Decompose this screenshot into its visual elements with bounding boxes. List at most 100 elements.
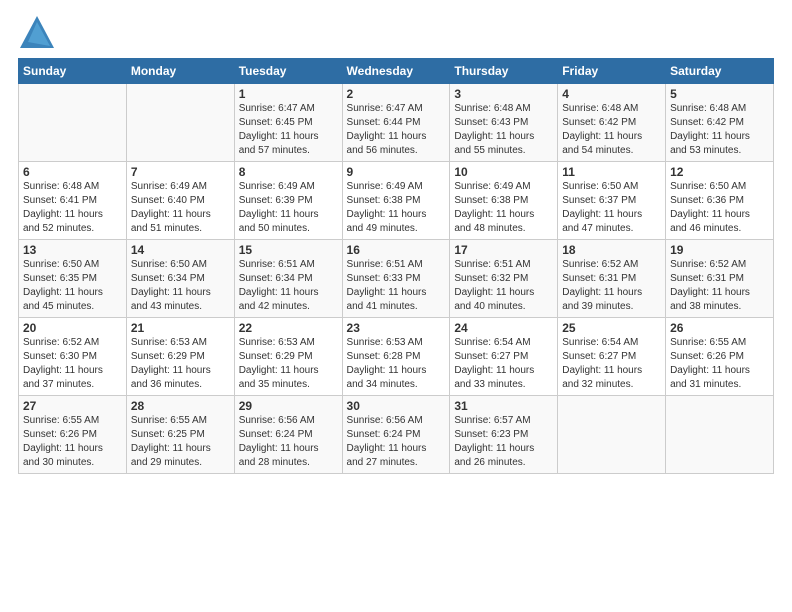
calendar-cell: 21Sunrise: 6:53 AM Sunset: 6:29 PM Dayli… xyxy=(126,318,234,396)
day-number: 6 xyxy=(23,165,122,179)
cell-info: Sunrise: 6:55 AM Sunset: 6:26 PM Dayligh… xyxy=(670,336,769,392)
calendar-cell: 18Sunrise: 6:52 AM Sunset: 6:31 PM Dayli… xyxy=(558,240,666,318)
calendar-week-row: 6Sunrise: 6:48 AM Sunset: 6:41 PM Daylig… xyxy=(19,162,774,240)
day-number: 3 xyxy=(454,87,553,101)
cell-info: Sunrise: 6:48 AM Sunset: 6:42 PM Dayligh… xyxy=(670,102,769,158)
cell-info: Sunrise: 6:55 AM Sunset: 6:26 PM Dayligh… xyxy=(23,414,122,470)
cell-info: Sunrise: 6:48 AM Sunset: 6:43 PM Dayligh… xyxy=(454,102,553,158)
calendar-table: SundayMondayTuesdayWednesdayThursdayFrid… xyxy=(18,58,774,474)
day-number: 4 xyxy=(562,87,661,101)
cell-info: Sunrise: 6:51 AM Sunset: 6:33 PM Dayligh… xyxy=(347,258,446,314)
cell-info: Sunrise: 6:51 AM Sunset: 6:32 PM Dayligh… xyxy=(454,258,553,314)
calendar-cell xyxy=(126,84,234,162)
cell-info: Sunrise: 6:50 AM Sunset: 6:35 PM Dayligh… xyxy=(23,258,122,314)
cell-info: Sunrise: 6:52 AM Sunset: 6:31 PM Dayligh… xyxy=(670,258,769,314)
logo xyxy=(18,14,58,52)
calendar-cell: 2Sunrise: 6:47 AM Sunset: 6:44 PM Daylig… xyxy=(342,84,450,162)
day-number: 30 xyxy=(347,399,446,413)
calendar-cell: 9Sunrise: 6:49 AM Sunset: 6:38 PM Daylig… xyxy=(342,162,450,240)
calendar-cell: 10Sunrise: 6:49 AM Sunset: 6:38 PM Dayli… xyxy=(450,162,558,240)
calendar-cell: 6Sunrise: 6:48 AM Sunset: 6:41 PM Daylig… xyxy=(19,162,127,240)
day-number: 27 xyxy=(23,399,122,413)
calendar-cell: 27Sunrise: 6:55 AM Sunset: 6:26 PM Dayli… xyxy=(19,396,127,474)
cell-info: Sunrise: 6:52 AM Sunset: 6:31 PM Dayligh… xyxy=(562,258,661,314)
cell-info: Sunrise: 6:47 AM Sunset: 6:45 PM Dayligh… xyxy=(239,102,338,158)
logo-icon xyxy=(18,14,56,52)
calendar-cell: 28Sunrise: 6:55 AM Sunset: 6:25 PM Dayli… xyxy=(126,396,234,474)
day-number: 23 xyxy=(347,321,446,335)
day-number: 18 xyxy=(562,243,661,257)
cell-info: Sunrise: 6:49 AM Sunset: 6:38 PM Dayligh… xyxy=(347,180,446,236)
day-header: Thursday xyxy=(450,59,558,84)
calendar-cell: 22Sunrise: 6:53 AM Sunset: 6:29 PM Dayli… xyxy=(234,318,342,396)
day-number: 19 xyxy=(670,243,769,257)
calendar-cell: 5Sunrise: 6:48 AM Sunset: 6:42 PM Daylig… xyxy=(666,84,774,162)
day-number: 24 xyxy=(454,321,553,335)
day-number: 20 xyxy=(23,321,122,335)
calendar-cell: 31Sunrise: 6:57 AM Sunset: 6:23 PM Dayli… xyxy=(450,396,558,474)
cell-info: Sunrise: 6:48 AM Sunset: 6:42 PM Dayligh… xyxy=(562,102,661,158)
day-number: 7 xyxy=(131,165,230,179)
calendar-cell: 11Sunrise: 6:50 AM Sunset: 6:37 PM Dayli… xyxy=(558,162,666,240)
calendar-cell: 20Sunrise: 6:52 AM Sunset: 6:30 PM Dayli… xyxy=(19,318,127,396)
calendar-cell: 12Sunrise: 6:50 AM Sunset: 6:36 PM Dayli… xyxy=(666,162,774,240)
day-number: 21 xyxy=(131,321,230,335)
day-number: 13 xyxy=(23,243,122,257)
day-number: 29 xyxy=(239,399,338,413)
day-number: 2 xyxy=(347,87,446,101)
calendar-cell: 30Sunrise: 6:56 AM Sunset: 6:24 PM Dayli… xyxy=(342,396,450,474)
cell-info: Sunrise: 6:51 AM Sunset: 6:34 PM Dayligh… xyxy=(239,258,338,314)
calendar-cell: 1Sunrise: 6:47 AM Sunset: 6:45 PM Daylig… xyxy=(234,84,342,162)
day-header: Sunday xyxy=(19,59,127,84)
calendar-cell: 4Sunrise: 6:48 AM Sunset: 6:42 PM Daylig… xyxy=(558,84,666,162)
day-header: Friday xyxy=(558,59,666,84)
day-number: 14 xyxy=(131,243,230,257)
calendar-cell: 25Sunrise: 6:54 AM Sunset: 6:27 PM Dayli… xyxy=(558,318,666,396)
cell-info: Sunrise: 6:53 AM Sunset: 6:29 PM Dayligh… xyxy=(239,336,338,392)
calendar-cell xyxy=(19,84,127,162)
day-header: Wednesday xyxy=(342,59,450,84)
cell-info: Sunrise: 6:56 AM Sunset: 6:24 PM Dayligh… xyxy=(239,414,338,470)
day-number: 9 xyxy=(347,165,446,179)
day-header: Saturday xyxy=(666,59,774,84)
day-number: 12 xyxy=(670,165,769,179)
day-number: 16 xyxy=(347,243,446,257)
page: SundayMondayTuesdayWednesdayThursdayFrid… xyxy=(0,0,792,612)
calendar-cell xyxy=(666,396,774,474)
cell-info: Sunrise: 6:49 AM Sunset: 6:38 PM Dayligh… xyxy=(454,180,553,236)
cell-info: Sunrise: 6:47 AM Sunset: 6:44 PM Dayligh… xyxy=(347,102,446,158)
day-number: 8 xyxy=(239,165,338,179)
calendar-cell: 16Sunrise: 6:51 AM Sunset: 6:33 PM Dayli… xyxy=(342,240,450,318)
calendar-week-row: 1Sunrise: 6:47 AM Sunset: 6:45 PM Daylig… xyxy=(19,84,774,162)
day-number: 25 xyxy=(562,321,661,335)
cell-info: Sunrise: 6:50 AM Sunset: 6:36 PM Dayligh… xyxy=(670,180,769,236)
cell-info: Sunrise: 6:56 AM Sunset: 6:24 PM Dayligh… xyxy=(347,414,446,470)
calendar-cell: 15Sunrise: 6:51 AM Sunset: 6:34 PM Dayli… xyxy=(234,240,342,318)
day-number: 1 xyxy=(239,87,338,101)
cell-info: Sunrise: 6:52 AM Sunset: 6:30 PM Dayligh… xyxy=(23,336,122,392)
calendar-cell: 14Sunrise: 6:50 AM Sunset: 6:34 PM Dayli… xyxy=(126,240,234,318)
day-number: 28 xyxy=(131,399,230,413)
cell-info: Sunrise: 6:53 AM Sunset: 6:28 PM Dayligh… xyxy=(347,336,446,392)
cell-info: Sunrise: 6:57 AM Sunset: 6:23 PM Dayligh… xyxy=(454,414,553,470)
cell-info: Sunrise: 6:54 AM Sunset: 6:27 PM Dayligh… xyxy=(562,336,661,392)
calendar-cell xyxy=(558,396,666,474)
day-number: 22 xyxy=(239,321,338,335)
calendar-cell: 7Sunrise: 6:49 AM Sunset: 6:40 PM Daylig… xyxy=(126,162,234,240)
calendar-cell: 19Sunrise: 6:52 AM Sunset: 6:31 PM Dayli… xyxy=(666,240,774,318)
calendar-cell: 24Sunrise: 6:54 AM Sunset: 6:27 PM Dayli… xyxy=(450,318,558,396)
calendar-cell: 26Sunrise: 6:55 AM Sunset: 6:26 PM Dayli… xyxy=(666,318,774,396)
day-header: Monday xyxy=(126,59,234,84)
day-number: 10 xyxy=(454,165,553,179)
day-number: 31 xyxy=(454,399,553,413)
day-number: 5 xyxy=(670,87,769,101)
calendar-cell: 17Sunrise: 6:51 AM Sunset: 6:32 PM Dayli… xyxy=(450,240,558,318)
cell-info: Sunrise: 6:50 AM Sunset: 6:37 PM Dayligh… xyxy=(562,180,661,236)
cell-info: Sunrise: 6:49 AM Sunset: 6:40 PM Dayligh… xyxy=(131,180,230,236)
cell-info: Sunrise: 6:50 AM Sunset: 6:34 PM Dayligh… xyxy=(131,258,230,314)
cell-info: Sunrise: 6:48 AM Sunset: 6:41 PM Dayligh… xyxy=(23,180,122,236)
calendar-cell: 29Sunrise: 6:56 AM Sunset: 6:24 PM Dayli… xyxy=(234,396,342,474)
day-number: 26 xyxy=(670,321,769,335)
calendar-cell: 13Sunrise: 6:50 AM Sunset: 6:35 PM Dayli… xyxy=(19,240,127,318)
day-number: 17 xyxy=(454,243,553,257)
